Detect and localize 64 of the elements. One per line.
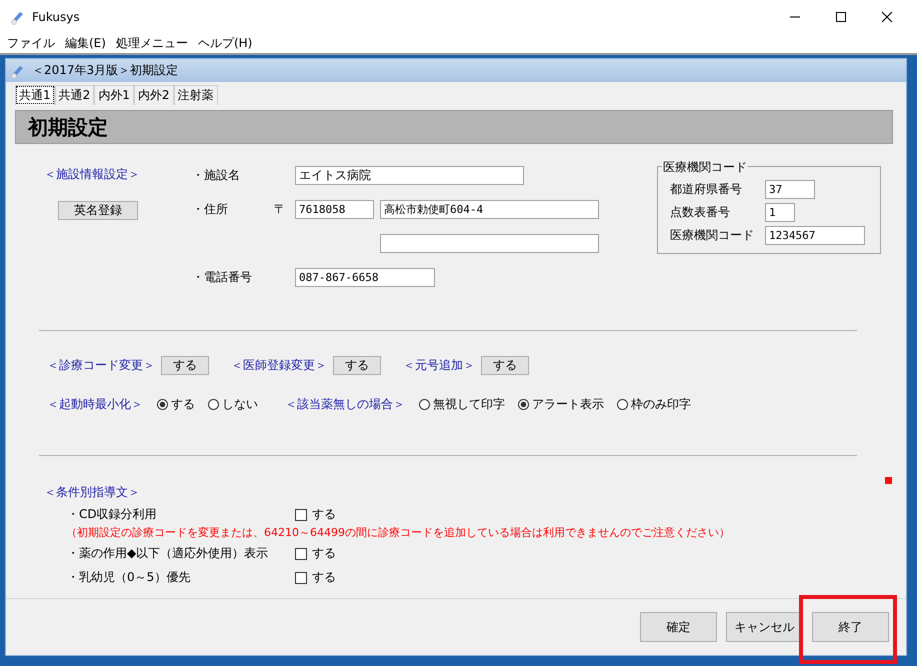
field-label: 都道府県番号	[670, 180, 743, 198]
input-field[interactable]: 1	[765, 202, 795, 222]
dialog-button[interactable]: 確定	[640, 612, 717, 642]
checkbox-label[interactable]: する	[312, 545, 336, 562]
radio-button[interactable]	[518, 399, 529, 410]
action-button[interactable]: する	[333, 356, 381, 374]
menu-item[interactable]: ファイル	[7, 34, 55, 52]
input-field[interactable]: 087-867-6658	[295, 268, 435, 287]
option-label: ＜該当薬無しの場合＞	[285, 396, 405, 413]
radio-label[interactable]: しない	[222, 396, 258, 413]
radio-button[interactable]	[208, 399, 219, 410]
checkbox[interactable]	[295, 572, 307, 584]
action-button[interactable]: する	[481, 356, 529, 374]
maximize-icon[interactable]	[835, 10, 847, 22]
radio-button[interactable]	[419, 399, 430, 410]
radio-label[interactable]: アラート表示	[532, 396, 604, 413]
page-header: 初期設定	[15, 110, 893, 144]
tab[interactable]: 共通1	[15, 85, 55, 105]
window-title: Fukusys	[32, 10, 80, 24]
menu-item[interactable]: 編集(E)	[65, 34, 106, 52]
section-label: ＜施設情報設定＞	[44, 166, 141, 183]
tab[interactable]: 内外2	[134, 85, 174, 105]
english-name-button[interactable]: 英名登録	[58, 201, 138, 220]
option-label: ＜診療コード変更＞	[47, 356, 155, 374]
input-field[interactable]: エイトス病院	[295, 166, 524, 185]
group-title: 医療機関コード	[662, 159, 748, 176]
warning-note: （初期設定の診療コードを変更または、64210～64499の間に診療コードを追加している場合は利用できませんのでご注意ください）	[65, 525, 731, 540]
field-label: ・施設名	[192, 167, 241, 184]
input-field[interactable]: 7618058	[295, 200, 374, 219]
checkbox-label[interactable]: する	[312, 569, 336, 586]
tab[interactable]: 内外1	[94, 85, 134, 105]
tab[interactable]: 注射薬	[174, 85, 218, 105]
radio-button[interactable]	[617, 399, 628, 410]
postal-mark: 〒	[274, 201, 287, 218]
field-label: 点数表番号	[670, 204, 731, 220]
input-field[interactable]	[380, 234, 599, 253]
radio-label[interactable]: 無視して印字	[433, 396, 505, 413]
section-label: ＜条件別指導文＞	[44, 484, 141, 501]
radio-label[interactable]: 枠のみ印字	[631, 396, 691, 413]
field-label: ・住所	[192, 201, 229, 218]
window-title: ＜2017年3月版＞初期設定	[32, 62, 178, 79]
option-label: ＜医師登録変更＞	[231, 356, 327, 374]
input-field[interactable]: 1234567	[765, 226, 865, 244]
menu-item[interactable]: ヘルプ(H)	[198, 34, 252, 52]
checkbox[interactable]	[295, 548, 307, 560]
action-button[interactable]: する	[161, 356, 209, 374]
option-label: ・乳幼児（0～5）優先	[67, 569, 192, 586]
tab[interactable]: 共通2	[54, 85, 94, 105]
checkbox[interactable]	[295, 508, 307, 520]
option-label: ＜元号追加＞	[403, 356, 475, 374]
dialog-button[interactable]: 終了	[812, 612, 889, 642]
checkbox-label[interactable]: する	[312, 506, 336, 523]
radio-label[interactable]: する	[171, 396, 195, 413]
field-label: ・電話番号	[192, 269, 253, 286]
menu-item[interactable]: 処理メニュー	[116, 34, 188, 52]
option-label: ・薬の作用◆以下（適応外使用）表示	[67, 545, 270, 562]
radio-button[interactable]	[157, 399, 168, 410]
close-icon[interactable]	[881, 10, 893, 22]
option-label: ・CD収録分利用	[67, 506, 158, 523]
field-label: 医療機関コード	[670, 226, 755, 244]
input-field[interactable]: 37	[765, 180, 815, 198]
position-marker	[885, 477, 892, 484]
option-label: ＜起動時最小化＞	[47, 396, 143, 413]
input-field[interactable]: 高松市勅使町604-4	[380, 200, 599, 219]
